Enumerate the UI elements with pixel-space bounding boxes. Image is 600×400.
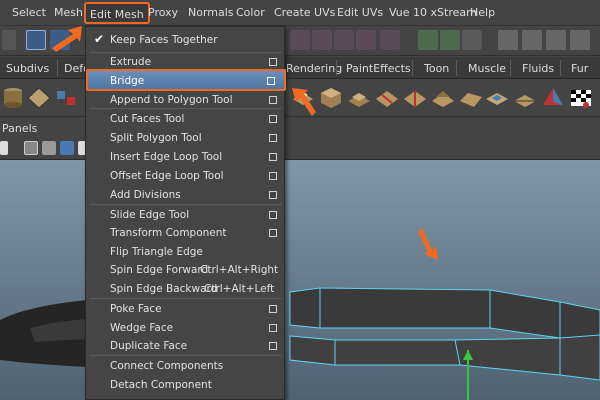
option-box-icon[interactable] xyxy=(269,211,277,219)
menu-item-split-polygon-tool[interactable]: Split Polygon Tool xyxy=(86,129,286,148)
option-box-icon[interactable] xyxy=(269,229,277,237)
menu-mesh[interactable]: Mesh xyxy=(54,6,83,19)
snap-surface-icon[interactable] xyxy=(356,30,376,50)
select-tool-icon[interactable] xyxy=(26,30,46,50)
split-icon[interactable] xyxy=(374,85,400,111)
menu-item-spin-edge-forward[interactable]: Spin Edge Forward Ctrl+Alt+Right xyxy=(86,261,286,280)
menu-item-spin-edge-backward[interactable]: Spin Edge Backward Ctrl+Alt+Left xyxy=(86,280,286,299)
combine-icon[interactable] xyxy=(54,85,80,111)
wedge-icon[interactable] xyxy=(402,85,428,111)
checker-icon[interactable] xyxy=(568,85,594,111)
snap-curve-icon[interactable] xyxy=(290,30,310,50)
tab-rendering[interactable]: Rendering xyxy=(286,59,342,77)
tab-muscle[interactable]: Muscle xyxy=(468,59,506,77)
tab-fur[interactable]: Fur xyxy=(571,59,588,77)
option-box-icon[interactable] xyxy=(269,115,277,123)
menu-item-detach-component[interactable]: Detach Component xyxy=(86,376,286,395)
dropdown-arrow-icon[interactable] xyxy=(2,30,16,50)
menu-item-cut-faces-tool[interactable]: Cut Faces Tool xyxy=(86,110,286,129)
plane-icon[interactable] xyxy=(26,85,52,111)
tab-fluids[interactable]: Fluids xyxy=(522,59,554,77)
menu-item-keep-faces-together[interactable]: ✔ Keep Faces Together xyxy=(86,31,286,50)
output-ops-icon[interactable] xyxy=(440,30,460,50)
option-box-icon[interactable] xyxy=(269,324,277,332)
menu-item-insert-edge-loop-tool[interactable]: Insert Edge Loop Tool xyxy=(86,148,286,167)
menu-item-duplicate-face[interactable]: Duplicate Face xyxy=(86,337,286,356)
shortcut-label: Ctrl+Alt+Left xyxy=(204,283,275,295)
bevel-icon[interactable] xyxy=(346,85,372,111)
tab-subdivs[interactable]: Subdivs xyxy=(6,59,49,77)
option-box-icon[interactable] xyxy=(269,153,277,161)
option-box-icon[interactable] xyxy=(269,305,277,313)
menu-item-bridge[interactable]: Bridge xyxy=(86,69,286,91)
menu-edit-uvs[interactable]: Edit UVs xyxy=(337,6,383,19)
edit-mesh-dropdown: ✔ Keep Faces Together Extrude Bridge App… xyxy=(85,26,286,400)
snap-point-icon[interactable] xyxy=(312,30,332,50)
option-box-icon[interactable] xyxy=(269,342,277,350)
annotation-arrow-icon xyxy=(418,228,438,260)
menu-proxy[interactable]: Proxy xyxy=(148,6,178,19)
option-box-icon[interactable] xyxy=(269,191,277,199)
input-ops-icon[interactable] xyxy=(418,30,438,50)
menu-normals[interactable]: Normals xyxy=(188,6,234,19)
history-icon[interactable] xyxy=(462,30,482,50)
ipr-render-icon[interactable] xyxy=(546,30,566,50)
tab-toon[interactable]: Toon xyxy=(424,59,449,77)
option-box-icon[interactable] xyxy=(269,134,277,142)
render-frame-icon[interactable] xyxy=(522,30,542,50)
panel-tool-icon[interactable] xyxy=(0,141,8,155)
panels-menu[interactable]: Panels xyxy=(2,122,37,135)
wireframe-cube-icon[interactable] xyxy=(24,141,38,155)
option-box-icon[interactable] xyxy=(269,172,277,180)
menu-bar: Select Mesh Edit Mesh Proxy Normals Colo… xyxy=(0,0,600,26)
menu-item-flip-triangle-edge[interactable]: Flip Triangle Edge xyxy=(86,243,286,262)
menu-help[interactable]: Help xyxy=(470,6,495,19)
render-view-icon[interactable] xyxy=(498,30,518,50)
insert-loop-icon[interactable] xyxy=(430,85,456,111)
menu-item-connect-components[interactable]: Connect Components xyxy=(86,357,286,376)
shaded-cube-icon[interactable] xyxy=(42,141,56,155)
render-settings-icon[interactable] xyxy=(570,30,590,50)
smooth-icon[interactable] xyxy=(458,85,484,111)
magnet-icon[interactable] xyxy=(380,30,400,50)
menu-edit-mesh[interactable]: Edit Mesh xyxy=(84,2,150,24)
menu-item-slide-edge-tool[interactable]: Slide Edge Tool xyxy=(86,206,286,225)
menu-select[interactable]: Select xyxy=(12,6,46,19)
option-box-icon[interactable] xyxy=(269,96,277,104)
snap-view-icon[interactable] xyxy=(334,30,354,50)
check-icon: ✔ xyxy=(94,32,105,46)
textured-cube-icon[interactable] xyxy=(60,141,74,155)
cube-icon[interactable] xyxy=(318,85,344,111)
menu-item-transform-component[interactable]: Transform Component xyxy=(86,224,286,243)
option-box-icon[interactable] xyxy=(269,58,277,66)
cylinder-icon[interactable] xyxy=(0,85,26,111)
triangulate-icon[interactable] xyxy=(512,85,538,111)
reduce-icon[interactable] xyxy=(484,85,510,111)
menu-color[interactable]: Color xyxy=(236,6,265,19)
menu-item-offset-edge-loop-tool[interactable]: Offset Edge Loop Tool xyxy=(86,167,286,186)
tab-painteffects[interactable]: PaintEffects xyxy=(346,59,411,77)
option-box-icon[interactable] xyxy=(267,77,275,85)
pyramid-icon[interactable] xyxy=(540,85,566,111)
menu-create-uvs[interactable]: Create UVs xyxy=(274,6,335,19)
menu-item-add-divisions[interactable]: Add Divisions xyxy=(86,186,286,205)
menu-vue-xstream[interactable]: Vue 10 xStream xyxy=(389,6,477,19)
shortcut-label: Ctrl+Alt+Right xyxy=(200,264,279,276)
annotation-arrow-icon xyxy=(52,26,82,52)
annotation-arrow-icon xyxy=(292,88,316,116)
menu-item-poke-face[interactable]: Poke Face xyxy=(86,300,286,319)
menu-item-wedge-face[interactable]: Wedge Face xyxy=(86,319,286,338)
